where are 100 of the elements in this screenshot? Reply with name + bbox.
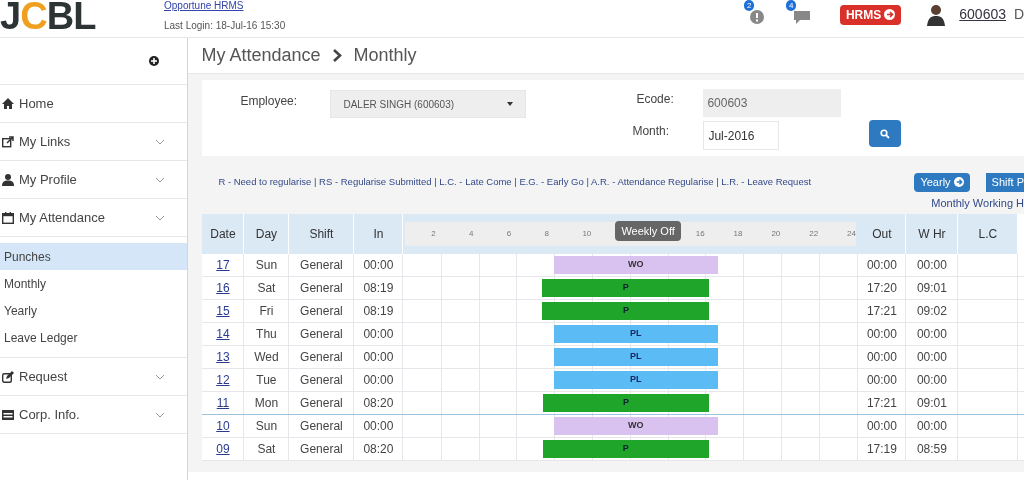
ecode-label: Ecode:: [636, 91, 674, 108]
notification-badge: 2: [743, 0, 755, 11]
date-link[interactable]: 09: [202, 438, 245, 460]
sidebar-item[interactable]: Request: [0, 358, 188, 396]
table-cell: Mon: [244, 392, 290, 414]
table-cell: 00:00: [354, 369, 404, 391]
table-cell: 00:00: [858, 369, 907, 391]
column-header: W Hr: [906, 214, 959, 254]
external-link-icon: [2, 135, 14, 148]
column-header: Out: [858, 214, 907, 254]
hour-tick: 20: [771, 228, 781, 240]
table-cell: 00:00: [906, 254, 959, 276]
sidebar-item[interactable]: My Profile: [0, 161, 188, 199]
table-cell: 08:20: [354, 438, 404, 460]
attendance-bar: PL: [553, 371, 718, 389]
user-icon: [2, 173, 14, 186]
date-link[interactable]: 13: [202, 346, 245, 368]
app-link[interactable]: Opportune HRMS: [164, 0, 286, 12]
table-cell: 00:00: [858, 346, 907, 368]
user-id-link[interactable]: 600603: [959, 4, 1006, 25]
table-cell: 00:00: [906, 346, 959, 368]
tooltip: Weekly Off: [615, 221, 681, 241]
chevron-right-icon: [332, 49, 342, 62]
table-cell: 09:01: [906, 277, 959, 299]
table-cell: General: [289, 254, 355, 276]
column-header: L.C: [958, 214, 1019, 254]
table-cell: General: [289, 369, 355, 391]
date-link[interactable]: 17: [202, 254, 245, 276]
month-label: Month:: [632, 123, 670, 140]
logo: JCBL: [0, 0, 97, 35]
date-link[interactable]: 14: [202, 323, 245, 345]
attendance-bar: PL: [553, 348, 718, 366]
chat-icon[interactable]: [793, 9, 810, 24]
alert-icon[interactable]: [749, 9, 764, 24]
table-cell: Thu: [244, 323, 290, 345]
table-cell: 00:00: [354, 323, 404, 345]
table-cell: Tue: [244, 369, 290, 391]
legend-text: R - Need to regularise | RS - Regularise Submitted | L.C. - Late Come | E.G. - Early Go | A.R. - Attendance Regularise | L.R. - Leave Request: [218, 174, 813, 189]
search-button[interactable]: [869, 120, 902, 147]
table-cell: General: [289, 300, 355, 322]
yearly-button[interactable]: Yearly: [914, 172, 970, 192]
column-header: Date: [202, 214, 245, 254]
table-cell: General: [289, 438, 355, 460]
column-header: Day: [244, 214, 290, 254]
attendance-bar: WO: [553, 256, 718, 274]
employee-select[interactable]: DALER SINGH (600603): [330, 90, 527, 118]
submenu-item[interactable]: Leave Ledger: [0, 324, 188, 351]
submenu-item[interactable]: Yearly: [0, 297, 188, 324]
table-cell: 00:00: [858, 415, 907, 437]
table-cell: 00:00: [858, 323, 907, 345]
sidebar-item[interactable]: My Links: [0, 123, 188, 161]
table-cell: General: [289, 415, 355, 437]
attendance-bar: P: [542, 440, 709, 458]
date-link[interactable]: 15: [202, 300, 245, 322]
arrow-circle-icon: [884, 9, 896, 20]
date-link[interactable]: 12: [202, 369, 245, 391]
table-cell: General: [289, 323, 355, 345]
dropdown-caret-icon: [507, 102, 514, 106]
table-cell: Sun: [244, 254, 290, 276]
table-cell: 00:00: [906, 323, 959, 345]
employee-select-value: DALER SINGH (600603): [343, 97, 455, 112]
message-badge: 4: [785, 0, 797, 11]
table-cell: Sat: [244, 438, 290, 460]
add-icon[interactable]: [149, 56, 160, 66]
date-link[interactable]: 10: [202, 415, 245, 437]
hour-tick: 16: [695, 228, 705, 240]
table-cell: Wed: [244, 346, 290, 368]
attendance-bar: P: [542, 279, 710, 297]
date-link[interactable]: 16: [202, 277, 245, 299]
attendance-bar: WO: [553, 417, 718, 435]
table-cell: 00:00: [354, 346, 404, 368]
sidebar-item[interactable]: Corp. Info.: [0, 396, 188, 434]
month-field[interactable]: Jul-2016: [703, 121, 780, 150]
table-cell: Sat: [244, 277, 290, 299]
shift-button[interactable]: Shift P: [985, 172, 1024, 192]
last-login-text: Last Login: 18-Jul-16 15:30: [164, 19, 286, 33]
sidebar-item[interactable]: Home: [0, 85, 188, 123]
table-cell: Sun: [244, 415, 290, 437]
hrms-button[interactable]: HRMS: [839, 4, 902, 25]
page-title: Monthly: [353, 44, 417, 67]
table-cell: General: [289, 346, 355, 368]
table-cell: 00:00: [354, 415, 404, 437]
hour-tick: 4: [469, 228, 474, 240]
hour-tick: 18: [733, 228, 743, 240]
date-link[interactable]: 11: [202, 392, 245, 414]
breadcrumb-link[interactable]: My Attendance: [201, 42, 321, 69]
table-cell: 17:21: [858, 300, 907, 322]
table-cell: 09:02: [906, 300, 959, 322]
table-cell: 00:00: [906, 369, 959, 391]
table-cell: 00:00: [858, 254, 907, 276]
submenu-item[interactable]: Punches: [0, 243, 188, 270]
table-cell: 17:20: [858, 277, 907, 299]
hour-tick: 6: [506, 228, 512, 240]
table-cell: 08:19: [354, 277, 404, 299]
table-cell: 17:21: [858, 392, 907, 414]
submenu-item[interactable]: Monthly: [0, 270, 188, 297]
table-cell: General: [289, 277, 355, 299]
hour-tick: 24: [847, 228, 856, 240]
sidebar-item[interactable]: My Attendance: [0, 199, 188, 237]
calendar-icon: [2, 211, 14, 224]
